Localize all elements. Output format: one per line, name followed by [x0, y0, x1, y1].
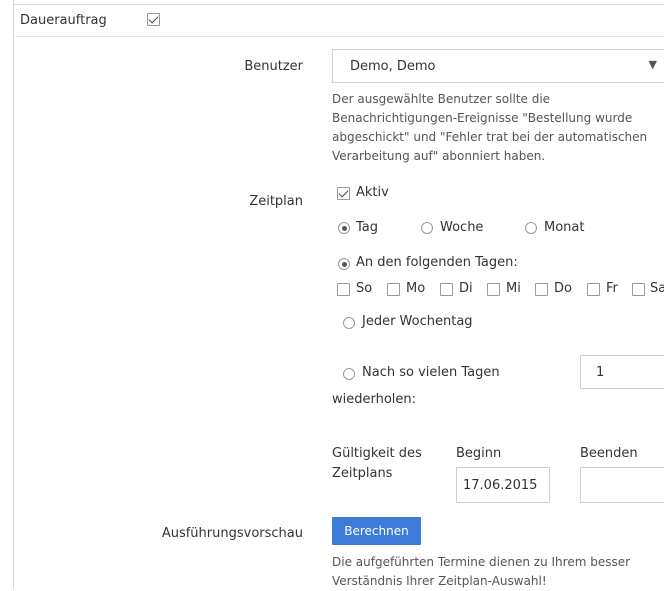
checkmark-icon: [148, 13, 159, 24]
repeat-after-input[interactable]: 1: [580, 355, 664, 389]
chevron-down-icon: ▼: [648, 58, 657, 71]
benutzer-help-line: abgeschickt" und "Fehler trat bei der au…: [332, 130, 648, 144]
benutzer-help: Der ausgewählte Benutzer sollte die Bena…: [332, 90, 662, 166]
day-checkbox-di[interactable]: [440, 283, 453, 296]
radio-monat-label: Monat: [544, 220, 585, 235]
beginn-label: Beginn: [456, 446, 502, 461]
radio-dot: [341, 261, 347, 267]
benutzer-select-value: Demo, Demo: [350, 59, 436, 74]
beenden-label: Beenden: [580, 446, 638, 461]
repeat-after-input-value: 1: [596, 365, 605, 380]
aktiv-checkbox[interactable]: [337, 187, 350, 200]
repeat-after-label-line2: wiederholen:: [332, 392, 417, 407]
day-checkbox-fr[interactable]: [587, 283, 600, 296]
beginn-date-input[interactable]: 17.06.2015: [456, 467, 550, 503]
radio-repeat-after[interactable]: [343, 368, 355, 380]
checkmark-icon: [338, 187, 349, 198]
benutzer-label: Benutzer: [244, 59, 303, 74]
radio-on-days-label: An den folgenden Tagen:: [356, 255, 518, 270]
benutzer-help-line: Benachrichtigungen-Ereignisse "Bestellun…: [332, 111, 633, 125]
vorschau-help-line: Die aufgeführten Termine dienen zu Ihrem…: [332, 555, 631, 569]
day-checkbox-mo[interactable]: [387, 283, 400, 296]
beginn-date-value: 17.06.2015: [463, 478, 538, 493]
day-label-fr: Fr: [606, 281, 618, 296]
benutzer-select[interactable]: Demo, Demo ▼: [332, 49, 664, 83]
dauerauftrag-label: Dauerauftrag: [20, 13, 107, 28]
radio-every-weekday[interactable]: [343, 317, 355, 329]
day-label-do: Do: [554, 281, 572, 296]
radio-on-days[interactable]: [338, 258, 350, 270]
radio-every-weekday-label: Jeder Wochentag: [362, 314, 473, 329]
radio-tag[interactable]: [338, 222, 350, 234]
dauerauftrag-checkbox[interactable]: [147, 13, 160, 26]
day-checkbox-mi[interactable]: [487, 283, 500, 296]
vorschau-help: Die aufgeführten Termine dienen zu Ihrem…: [332, 553, 662, 591]
beenden-date-input[interactable]: [580, 467, 664, 503]
day-label-sa: Sa: [650, 281, 664, 296]
day-checkbox-do[interactable]: [535, 283, 548, 296]
day-checkbox-sa[interactable]: [632, 283, 645, 296]
radio-woche-label: Woche: [440, 220, 484, 235]
zeitplan-label: Zeitplan: [249, 194, 303, 209]
gueltigkeit-label-line1: Gültigkeit des: [332, 446, 422, 461]
day-label-so: So: [356, 281, 373, 296]
radio-woche[interactable]: [421, 222, 433, 234]
radio-tag-label: Tag: [356, 220, 379, 235]
day-label-mo: Mo: [406, 281, 426, 296]
day-label-mi: Mi: [506, 281, 521, 296]
aktiv-label: Aktiv: [356, 185, 389, 200]
vorschau-label: Ausführungsvorschau: [161, 526, 303, 541]
row-divider: [13, 36, 664, 37]
day-label-di: Di: [459, 281, 473, 296]
vorschau-help-line: Verständnis Ihrer Zeitplan-Auswahl!: [332, 574, 547, 588]
benutzer-help-line: Der ausgewählte Benutzer sollte die: [332, 92, 551, 106]
berechnen-button[interactable]: Berechnen: [332, 517, 421, 545]
radio-monat[interactable]: [525, 222, 537, 234]
day-checkbox-so[interactable]: [337, 283, 350, 296]
benutzer-help-line: Verarbeitung auf" abonniert haben.: [332, 149, 546, 163]
repeat-after-label-line1: Nach so vielen Tagen: [362, 365, 500, 380]
panel-top-border: [13, 4, 664, 5]
radio-dot: [341, 225, 347, 231]
panel-left-border: [13, 0, 14, 589]
gueltigkeit-label-line2: Zeitplans: [332, 466, 393, 481]
